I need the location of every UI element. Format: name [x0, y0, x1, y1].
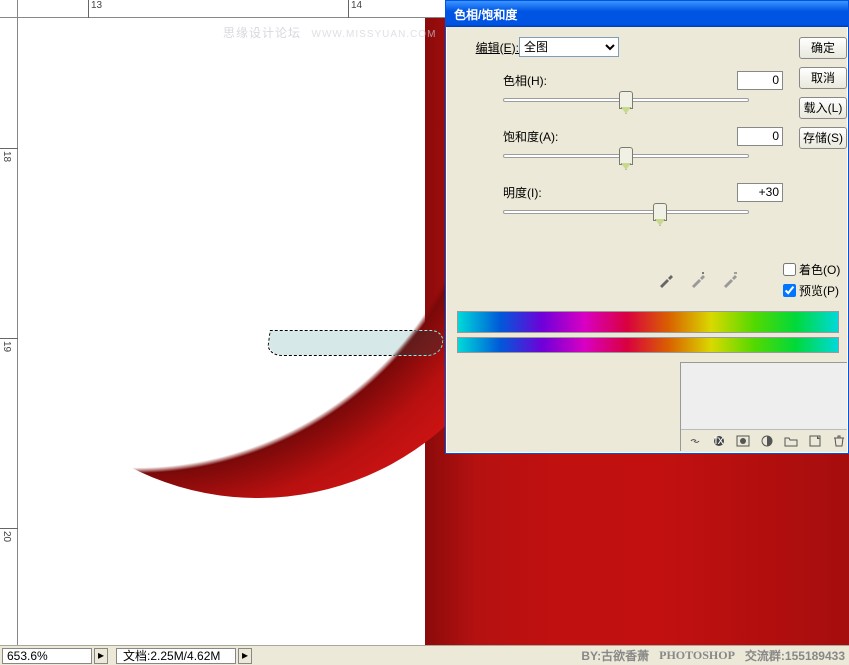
credits-app: PHOTOSHOP — [659, 648, 735, 663]
cancel-button[interactable]: 取消 — [799, 67, 847, 89]
ruler-v-label: 18 — [1, 151, 11, 162]
hue-input[interactable] — [737, 71, 783, 90]
ruler-h-label: 13 — [91, 0, 102, 11]
hue-slider[interactable] — [503, 91, 749, 117]
ruler-v-label: 19 — [1, 341, 11, 352]
preview-checkbox-row[interactable]: 预览(P) — [783, 282, 847, 299]
zoom-value[interactable]: 653.6% — [2, 648, 92, 664]
lightness-label: 明度(I): — [503, 184, 585, 201]
dialog-buttons: 确定 取消 载入(L) 存储(S) — [799, 37, 847, 157]
trash-icon[interactable] — [831, 433, 847, 449]
edit-label: 编辑(E): — [459, 39, 519, 56]
eyedropper-plus-icon[interactable] — [689, 271, 707, 289]
zoom-arrow-icon[interactable]: ▸ — [94, 648, 108, 664]
saturation-slider[interactable] — [503, 147, 749, 173]
by-label: BY: — [581, 649, 601, 663]
ruler-corner — [0, 0, 18, 18]
eyedropper-icon[interactable] — [657, 271, 675, 289]
spectrum-bar-top[interactable] — [457, 311, 839, 333]
docinfo-arrow-icon[interactable]: ▸ — [238, 648, 252, 664]
load-button[interactable]: 载入(L) — [799, 97, 847, 119]
dialog-title: 色相/饱和度 — [454, 6, 517, 23]
eyedropper-group — [657, 271, 739, 289]
save-button[interactable]: 存储(S) — [799, 127, 847, 149]
slider-thumb[interactable] — [619, 147, 633, 165]
layers-panel[interactable]: fx — [680, 362, 847, 451]
doc-info[interactable]: 文档:2.25M/4.62M — [116, 648, 236, 664]
preview-checkbox[interactable] — [783, 284, 796, 297]
spectrum-bar-bottom[interactable] — [457, 337, 839, 353]
folder-icon[interactable] — [783, 433, 799, 449]
group-label: 交流群: — [745, 649, 785, 663]
selection-marquee[interactable] — [266, 330, 445, 356]
lightness-input[interactable] — [737, 183, 783, 202]
saturation-input[interactable] — [737, 127, 783, 146]
mask-icon[interactable] — [735, 433, 751, 449]
ruler-h-label: 14 — [351, 0, 362, 11]
preview-label: 预览(P) — [799, 282, 839, 299]
saturation-label: 饱和度(A): — [503, 128, 585, 145]
slider-track — [503, 210, 749, 214]
hue-label: 色相(H): — [503, 72, 585, 89]
ruler-v-label: 20 — [1, 531, 11, 542]
edit-select[interactable]: 全图 — [519, 37, 619, 57]
adjustment-icon[interactable] — [759, 433, 775, 449]
eyedropper-minus-icon[interactable] — [721, 271, 739, 289]
link-icon[interactable] — [687, 433, 703, 449]
svg-text:fx: fx — [714, 434, 723, 447]
fx-icon[interactable]: fx — [711, 433, 727, 449]
ruler-vertical[interactable]: 18 19 20 — [0, 18, 18, 645]
checkbox-group: 着色(O) 预览(P) — [783, 261, 847, 303]
by-name: 古欲香萧 — [601, 649, 649, 663]
hue-saturation-dialog[interactable]: 色相/饱和度 编辑(E): 全图 色相(H): 饱和度(A): 明 — [445, 0, 849, 454]
statusbar: 653.6% ▸ 文档:2.25M/4.62M ▸ BY:古欲香萧 PHOTOS… — [0, 645, 849, 665]
ok-button[interactable]: 确定 — [799, 37, 847, 59]
group-number: 155189433 — [785, 649, 845, 663]
slider-thumb[interactable] — [653, 203, 667, 221]
colorize-checkbox[interactable] — [783, 263, 796, 276]
colorize-checkbox-row[interactable]: 着色(O) — [783, 261, 847, 278]
slider-thumb[interactable] — [619, 91, 633, 109]
colorize-label: 着色(O) — [799, 261, 840, 278]
lightness-slider[interactable] — [503, 203, 749, 229]
new-layer-icon[interactable] — [807, 433, 823, 449]
selection-fill — [267, 331, 443, 355]
layers-toolbar: fx — [681, 429, 847, 451]
dialog-titlebar[interactable]: 色相/饱和度 — [446, 1, 848, 27]
dialog-body: 编辑(E): 全图 色相(H): 饱和度(A): 明度(I): — [447, 27, 847, 452]
credits: BY:古欲香萧 PHOTOSHOP 交流群:155189433 — [581, 645, 845, 665]
